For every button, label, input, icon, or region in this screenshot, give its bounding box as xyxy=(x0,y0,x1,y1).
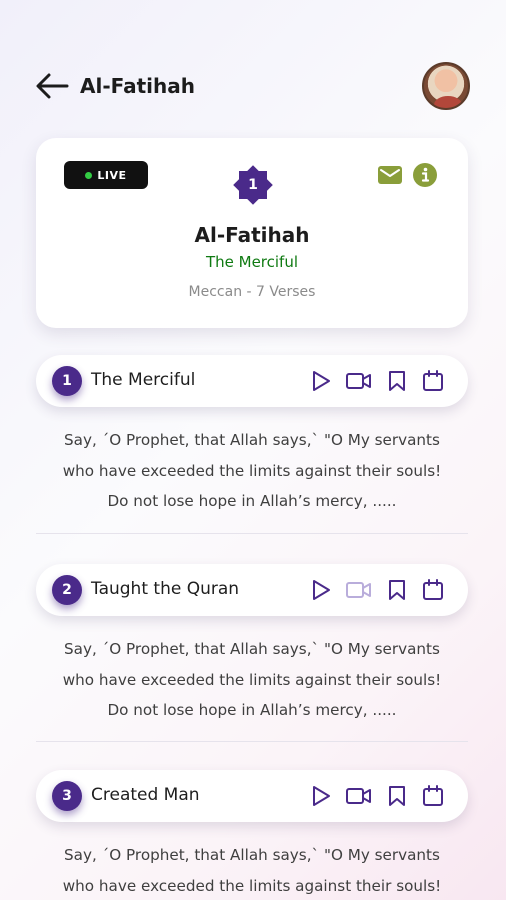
video-button[interactable] xyxy=(346,578,372,602)
calendar-button[interactable] xyxy=(422,369,444,393)
calendar-button[interactable] xyxy=(422,578,444,602)
bookmark-button[interactable] xyxy=(386,578,408,602)
verse-actions xyxy=(310,578,444,602)
surah-subtitle: The Merciful xyxy=(205,253,299,271)
verse-actions xyxy=(310,369,444,393)
verse-item: 1 The Merciful Say, ˊO Prophet, that All… xyxy=(36,355,468,517)
verse-item: 3 Created Man Say, ˊO Prophet, that Alla… xyxy=(36,770,468,900)
live-badge[interactable]: LIVE xyxy=(64,161,148,189)
bookmark-icon xyxy=(389,580,405,600)
calendar-icon xyxy=(423,785,443,806)
verse-header[interactable]: 2 Taught the Quran xyxy=(36,564,468,616)
verse-actions xyxy=(310,784,444,808)
surah-number-badge: 1 xyxy=(230,162,276,208)
play-icon xyxy=(313,786,330,806)
video-button[interactable] xyxy=(346,784,372,808)
verse-header[interactable]: 1 The Merciful xyxy=(36,355,468,407)
play-button[interactable] xyxy=(310,369,332,393)
verse-number: 1 xyxy=(52,366,82,396)
verse-line: Do not lose hope in Allah’s mercy, ..... xyxy=(107,492,397,510)
live-dot-icon xyxy=(85,171,93,179)
verse-translation: Say, ˊO Prophet, that Allah says,ˋ "O My… xyxy=(36,425,468,517)
play-icon xyxy=(313,371,330,391)
back-button[interactable] xyxy=(34,68,70,104)
page-title: Al-Fatihah xyxy=(80,74,196,98)
verse-number: 3 xyxy=(52,781,82,811)
mail-button[interactable] xyxy=(378,164,402,186)
video-camera-icon xyxy=(346,373,371,389)
bookmark-button[interactable] xyxy=(386,784,408,808)
surah-title: Al-Fatihah xyxy=(194,223,310,247)
info-button[interactable] xyxy=(413,163,437,187)
verse-title: Created Man xyxy=(91,785,200,805)
verse-item: 2 Taught the Quran Say, ˊO Prophet, that… xyxy=(36,564,468,726)
divider xyxy=(36,741,468,742)
top-bar: Al-Fatihah xyxy=(34,60,470,112)
verse-title: The Merciful xyxy=(91,370,196,390)
verse-title: Taught the Quran xyxy=(91,579,240,599)
surah-number: 1 xyxy=(248,177,258,193)
verse-translation: Say, ˊO Prophet, that Allah says,ˋ "O My… xyxy=(36,840,468,900)
calendar-button[interactable] xyxy=(422,784,444,808)
play-button[interactable] xyxy=(310,784,332,808)
play-icon xyxy=(313,580,330,600)
verse-line: who have exceeded the limits against the… xyxy=(62,670,442,689)
verse-line: Say, ˊO Prophet, that Allah says,ˋ "O My… xyxy=(64,431,440,449)
bookmark-button[interactable] xyxy=(386,369,408,393)
calendar-icon xyxy=(423,370,443,391)
calendar-icon xyxy=(423,579,443,600)
verse-translation: Say, ˊO Prophet, that Allah says,ˋ "O My… xyxy=(36,634,468,726)
video-camera-icon xyxy=(346,788,371,804)
surah-info-card: LIVE 1 Al-Fatihah The Merciful Meccan - … xyxy=(36,138,468,328)
bookmark-icon xyxy=(389,371,405,391)
play-button[interactable] xyxy=(310,578,332,602)
live-label: LIVE xyxy=(97,168,127,182)
verse-header[interactable]: 3 Created Man xyxy=(36,770,468,822)
arrow-left-icon xyxy=(36,73,69,99)
info-icon xyxy=(413,163,437,187)
avatar[interactable] xyxy=(422,62,470,110)
divider xyxy=(36,533,468,534)
verse-line: Do not lose hope in Allah’s mercy, ..... xyxy=(107,701,397,719)
video-button[interactable] xyxy=(346,369,372,393)
verse-line: Say, ˊO Prophet, that Allah says,ˋ "O My… xyxy=(64,640,440,658)
verse-line: Say, ˊO Prophet, that Allah says,ˋ "O My… xyxy=(64,846,440,864)
verse-number: 2 xyxy=(52,575,82,605)
envelope-icon xyxy=(378,166,402,184)
verse-line: who have exceeded the limits against the… xyxy=(62,461,442,480)
bookmark-icon xyxy=(389,786,405,806)
video-camera-icon xyxy=(346,582,371,598)
surah-meta: Meccan - 7 Verses xyxy=(188,284,316,300)
verse-line: who have exceeded the limits against the… xyxy=(62,876,442,895)
